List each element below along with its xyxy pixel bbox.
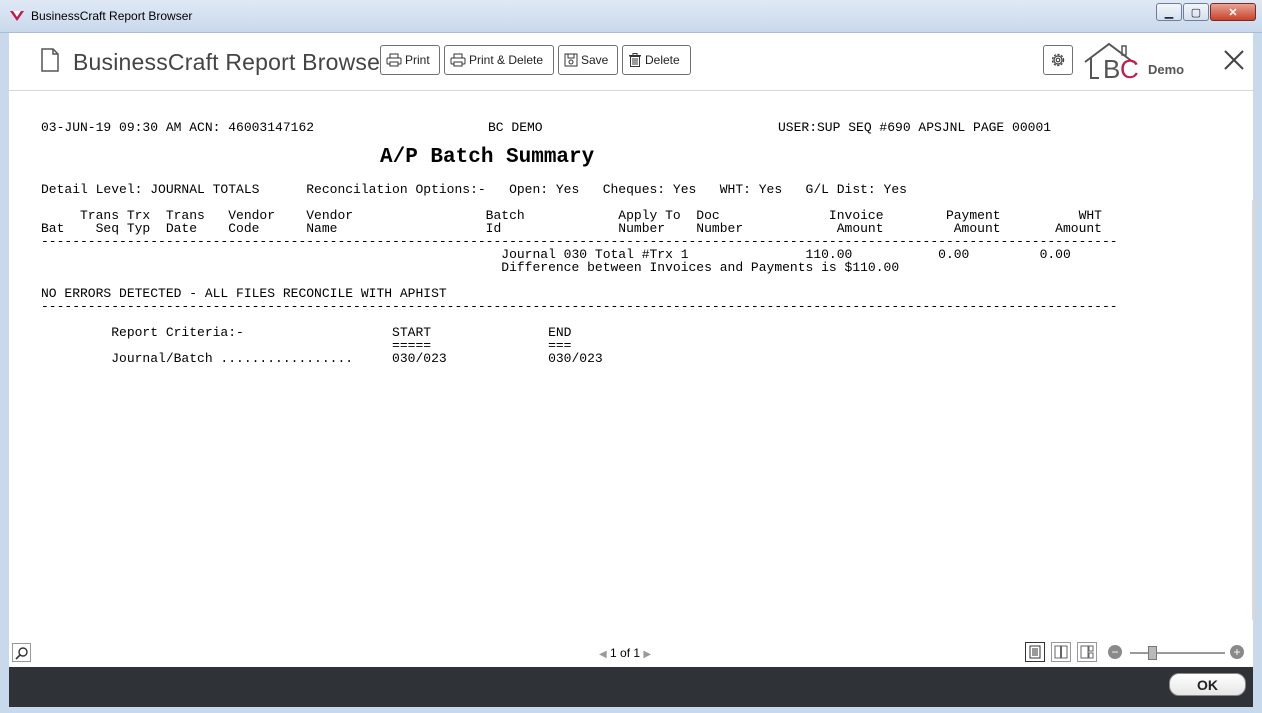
minimize-button[interactable]: ▁ (1156, 3, 1182, 21)
window-titlebar: BusinessCraft Report Browser ▁ ▢ ✕ (0, 0, 1262, 33)
save-button[interactable]: Save (558, 45, 618, 75)
vertical-scrollbar[interactable] (1252, 200, 1255, 620)
report-viewer: 03-JUN-19 09:30 AM ACN: 46003147162 BC D… (9, 91, 1253, 637)
window-frame-bottom (0, 707, 1262, 713)
save-button-label: Save (581, 53, 609, 67)
multi-page-icon (1080, 645, 1094, 659)
window-title: BusinessCraft Report Browser (31, 9, 193, 23)
prev-page-button[interactable]: ◀ (599, 649, 607, 660)
print-button[interactable]: Print (380, 45, 440, 75)
report-header-right: USER:SUP SEQ #690 APSJNL PAGE 00001 (778, 120, 1052, 135)
page-indicator-text: 1 of 1 (610, 646, 641, 660)
close-icon[interactable] (1223, 49, 1245, 71)
single-page-icon (1029, 645, 1041, 659)
single-page-view-button[interactable] (1025, 642, 1045, 662)
window-controls: ▁ ▢ ✕ (1155, 3, 1256, 21)
printer-icon (450, 53, 466, 67)
next-page-button[interactable]: ▶ (643, 649, 651, 660)
logo-demo-text: Demo (1148, 62, 1185, 77)
report-header-left: 03-JUN-19 09:30 AM ACN: 46003147162 (41, 120, 315, 135)
app-header: BusinessCraft Report Browser Print Print… (9, 33, 1253, 91)
svg-text:B: B (1103, 54, 1120, 84)
two-page-icon (1054, 645, 1068, 659)
document-icon (41, 48, 59, 72)
zoom-slider-track[interactable] (1130, 652, 1225, 654)
app-logo-icon (10, 11, 24, 21)
zoom-out-button[interactable]: − (1108, 645, 1122, 659)
delete-button-label: Delete (645, 53, 680, 67)
trash-icon (629, 53, 641, 67)
report-separator: ----------------------------------------… (41, 299, 1118, 314)
magnifier-icon (14, 646, 28, 660)
report-title: A/P Batch Summary (380, 146, 595, 169)
gear-icon (1051, 53, 1065, 67)
print-button-label: Print (405, 53, 430, 67)
report-difference: Difference between Invoices and Payments… (41, 260, 900, 275)
report-criteria-row: Journal/Batch ................. 030/023 … (41, 351, 603, 366)
svg-text:C: C (1120, 54, 1139, 84)
find-button[interactable] (12, 643, 31, 662)
ok-button[interactable]: OK (1169, 673, 1246, 696)
report-options: Detail Level: JOURNAL TOTALS Reconcilati… (41, 182, 907, 197)
maximize-button[interactable]: ▢ (1183, 3, 1209, 21)
report-header-center: BC DEMO (488, 120, 543, 135)
print-delete-button-label: Print & Delete (469, 53, 544, 67)
window-close-button[interactable]: ✕ (1210, 3, 1256, 21)
print-delete-button[interactable]: Print & Delete (444, 45, 554, 75)
page-indicator: ◀ 1 of 1 ▶ (599, 646, 651, 660)
multi-page-view-button[interactable] (1077, 642, 1097, 662)
dialog-footer: OK (9, 667, 1253, 707)
printer-icon (386, 53, 402, 67)
page-title: BusinessCraft Report Browser (73, 49, 388, 75)
two-page-view-button[interactable] (1051, 642, 1071, 662)
settings-button[interactable] (1043, 45, 1073, 75)
status-bar: ◀ 1 of 1 ▶ − + (9, 638, 1253, 667)
window-frame-left (0, 33, 9, 713)
save-icon (564, 53, 578, 67)
zoom-in-button[interactable]: + (1230, 645, 1244, 659)
delete-button[interactable]: Delete (622, 45, 691, 75)
zoom-slider-thumb[interactable] (1148, 646, 1157, 660)
